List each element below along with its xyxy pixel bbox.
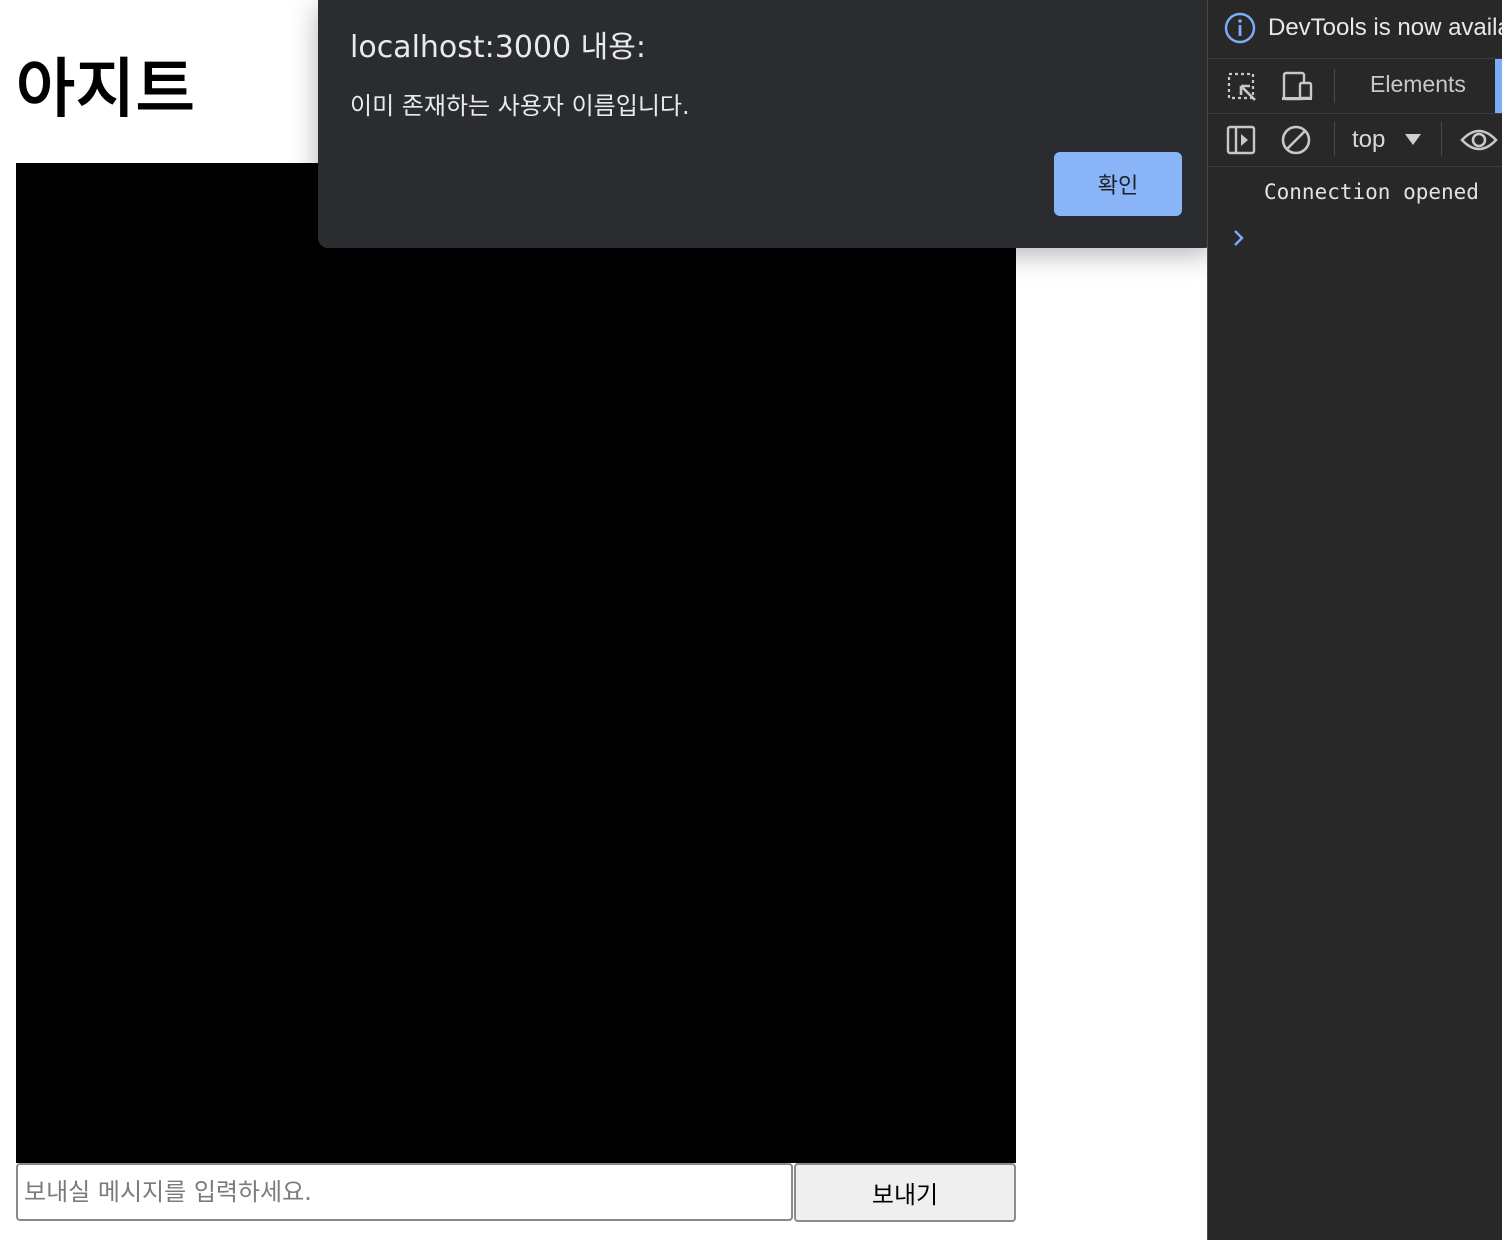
chat-messages-area xyxy=(16,163,1016,1163)
clear-console-icon[interactable] xyxy=(1280,124,1312,156)
page-title: 아지트 xyxy=(16,53,196,127)
console-sidebar-icon[interactable] xyxy=(1226,125,1256,155)
devtools-infobar: DevTools is now available xyxy=(1208,0,1502,59)
devtools-info-text: DevTools is now available xyxy=(1268,14,1502,41)
message-input[interactable] xyxy=(16,1163,793,1221)
chevron-down-icon[interactable] xyxy=(1405,134,1421,145)
devtools-panel: DevTools is now available Elements top xyxy=(1207,0,1502,1240)
console-log-line: Connection opened xyxy=(1264,180,1479,204)
toolbar-separator xyxy=(1334,122,1335,156)
inspect-element-icon[interactable] xyxy=(1226,71,1258,103)
console-toolbar: top xyxy=(1208,114,1502,167)
console-prompt-chevron-icon[interactable] xyxy=(1232,228,1246,248)
devtools-tabbar: Elements xyxy=(1208,59,1502,114)
device-toolbar-icon[interactable] xyxy=(1280,71,1314,103)
tab-elements[interactable]: Elements xyxy=(1370,71,1466,98)
toolbar-separator xyxy=(1441,122,1442,156)
alert-dialog: localhost:3000 내용: 이미 존재하는 사용자 이름입니다. 확인 xyxy=(318,0,1214,248)
context-selector[interactable]: top xyxy=(1352,126,1385,154)
send-button[interactable]: 보내기 xyxy=(794,1163,1016,1222)
live-expression-eye-icon[interactable] xyxy=(1460,126,1498,154)
tab-separator xyxy=(1334,69,1335,103)
alert-title: localhost:3000 내용: xyxy=(350,30,646,65)
active-tab-indicator xyxy=(1495,59,1502,113)
alert-ok-button[interactable]: 확인 xyxy=(1054,152,1182,216)
alert-message: 이미 존재하는 사용자 이름입니다. xyxy=(350,92,690,120)
info-icon xyxy=(1224,12,1256,44)
